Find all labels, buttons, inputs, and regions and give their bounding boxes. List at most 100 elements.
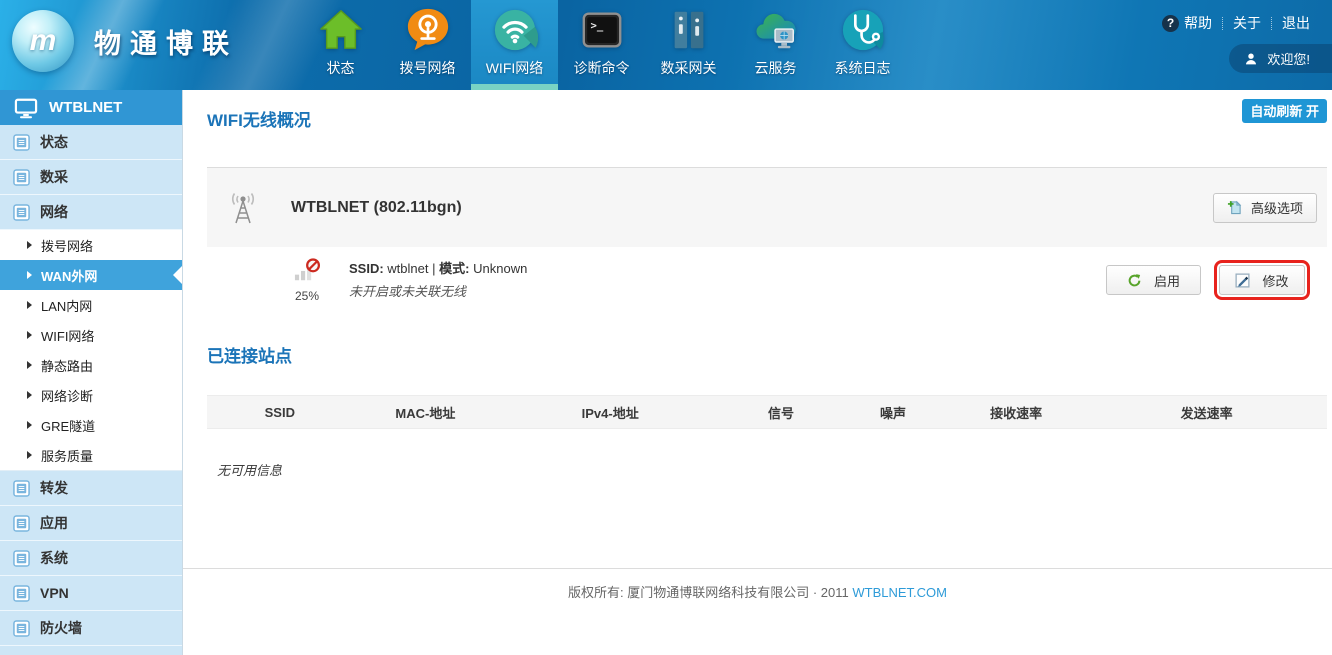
top-nav: 状态 拨号网络 [297,0,906,90]
sidebar-item-clipped [0,646,182,655]
header-links: ? 帮助 关于 退出 [1152,13,1320,33]
sidebar-item-label: 网络 [40,202,68,222]
mode-label: 模式: [439,261,469,276]
signal-blocked-icon [293,257,321,283]
ssid-line: SSID: wtblnet | 模式: Unknown [349,261,527,277]
document-plus-icon [1227,200,1242,215]
list-icon [13,585,30,602]
list-icon [13,515,30,532]
sidebar-subitem-wan[interactable]: WAN外网 [0,260,182,290]
main-content: WIFI无线概况 自动刷新 开 WTBLNET (802.11bgn) 高级选项 [183,90,1332,655]
wifi-action-buttons: 启用 修改 [1106,265,1305,295]
nav-tab-wifi-network[interactable]: WIFI网络 [471,0,558,90]
svg-text:>_: >_ [590,20,603,32]
sidebar-subitem-static-route[interactable]: 静态路由 [0,350,182,380]
ssid-value: wtblnet [387,261,428,276]
nav-tab-label: 状态 [327,58,355,78]
sidebar-subitem-label: WAN外网 [41,266,97,285]
list-icon [13,550,30,567]
caret-right-icon [27,451,32,459]
sidebar-item-label: 状态 [40,132,68,152]
cloud-icon [753,7,799,53]
sidebar-item-label: 应用 [40,513,68,533]
sidebar-item-data-collect[interactable]: 数采 [0,160,182,195]
nav-tab-dialup-network[interactable]: 拨号网络 [384,0,471,90]
sidebar-subitem-dialup[interactable]: 拨号网络 [0,230,182,260]
brand-logo: m 物通博联 [12,10,238,72]
caret-right-icon [27,331,32,339]
auto-refresh-toggle[interactable]: 自动刷新 开 [1242,99,1327,123]
sidebar-item-status[interactable]: 状态 [0,125,182,160]
sidebar-subitem-label: GRE隧道 [41,416,95,435]
advanced-options-button[interactable]: 高级选项 [1213,193,1317,223]
edit-icon [1235,273,1250,288]
sidebar-item-firewall[interactable]: 防火墙 [0,611,182,646]
sidebar-subitem-label: 拨号网络 [41,236,93,255]
nav-tab-status[interactable]: 状态 [297,0,384,90]
nav-tab-data-gateway[interactable]: 数采网关 [645,0,732,90]
sidebar-subitem-diagnostics[interactable]: 网络诊断 [0,380,182,410]
nav-tab-diagnostic-commands[interactable]: >_ 诊断命令 [558,0,645,90]
caret-right-icon [27,421,32,429]
nav-tab-label: 系统日志 [835,58,891,78]
list-icon [13,134,30,151]
sidebar-subitem-gre-tunnel[interactable]: GRE隧道 [0,410,182,440]
nav-tab-system-log[interactable]: 系统日志 [819,0,906,90]
gateway-icon [666,7,712,53]
welcome-badge[interactable]: 欢迎您! [1229,44,1332,73]
column-header-rx-rate: 接收速率 [946,403,1086,422]
sidebar-item-label: VPN [40,585,69,601]
nav-tab-label: 诊断命令 [574,58,630,78]
sidebar: WTBLNET 状态 数采 网络 拨号网络 WAN外网 LAN内网 [0,90,183,655]
advanced-options-label: 高级选项 [1251,198,1303,217]
ssid-info: SSID: wtblnet | 模式: Unknown 未开启或未关联无线 [349,261,527,299]
user-icon [1244,52,1258,66]
nav-tab-label: WIFI网络 [486,58,544,78]
sidebar-subitem-qos[interactable]: 服务质量 [0,440,182,470]
nav-tab-label: 拨号网络 [400,58,456,78]
sidebar-item-applications[interactable]: 应用 [0,506,182,541]
logout-link[interactable]: 退出 [1272,13,1320,33]
sidebar-item-label: 防火墙 [40,618,82,638]
modify-label: 修改 [1262,271,1288,290]
caret-right-icon [27,361,32,369]
sidebar-subitem-lan[interactable]: LAN内网 [0,290,182,320]
sidebar-item-vpn[interactable]: VPN [0,576,182,611]
about-link[interactable]: 关于 [1223,13,1271,33]
enable-button[interactable]: 启用 [1106,265,1201,295]
sidebar-item-forwarding[interactable]: 转发 [0,471,182,506]
sidebar-item-system[interactable]: 系统 [0,541,182,576]
logo-sphere-icon: m [12,10,74,72]
signal-indicator: 25% [279,257,335,303]
sidebar-subitem-label: WIFI网络 [41,326,94,345]
nav-tab-cloud-service[interactable]: 云服务 [732,0,819,90]
column-header-ssid: SSID [207,405,353,420]
stations-empty-message: 无可用信息 [217,460,1327,479]
sidebar-network-subgroup: 拨号网络 WAN外网 LAN内网 WIFI网络 静态路由 网络诊断 [0,230,182,471]
column-header-signal: 信号 [722,403,840,422]
help-link[interactable]: ? 帮助 [1152,13,1222,33]
column-header-mac: MAC-地址 [353,403,499,422]
list-icon [13,169,30,186]
monitor-icon [14,97,38,119]
sidebar-item-network[interactable]: 网络 [0,195,182,230]
copyright-text: 版权所有: 厦门物通博联网络科技有限公司 · 2011 [568,585,849,600]
mode-value: Unknown [473,261,527,276]
nav-tab-label: 云服务 [755,58,797,78]
sidebar-subitem-wifi[interactable]: WIFI网络 [0,320,182,350]
separator: | [432,261,435,276]
brand-name: 物通博联 [94,22,238,61]
wifi-panel-header: WTBLNET (802.11bgn) 高级选项 [207,167,1327,247]
wifi-panel-title: WTBLNET (802.11bgn) [291,199,462,217]
list-icon [13,620,30,637]
caret-right-icon [27,301,32,309]
modify-button[interactable]: 修改 [1219,265,1305,295]
caret-right-icon [27,271,32,279]
stations-section-title: 已连接站点 [207,342,1327,367]
about-label: 关于 [1233,13,1261,33]
ssid-label: SSID: [349,261,384,276]
antenna-icon [225,191,261,225]
sidebar-item-label: 系统 [40,548,68,568]
footer-link[interactable]: WTBLNET.COM [852,585,947,600]
caret-right-icon [27,391,32,399]
